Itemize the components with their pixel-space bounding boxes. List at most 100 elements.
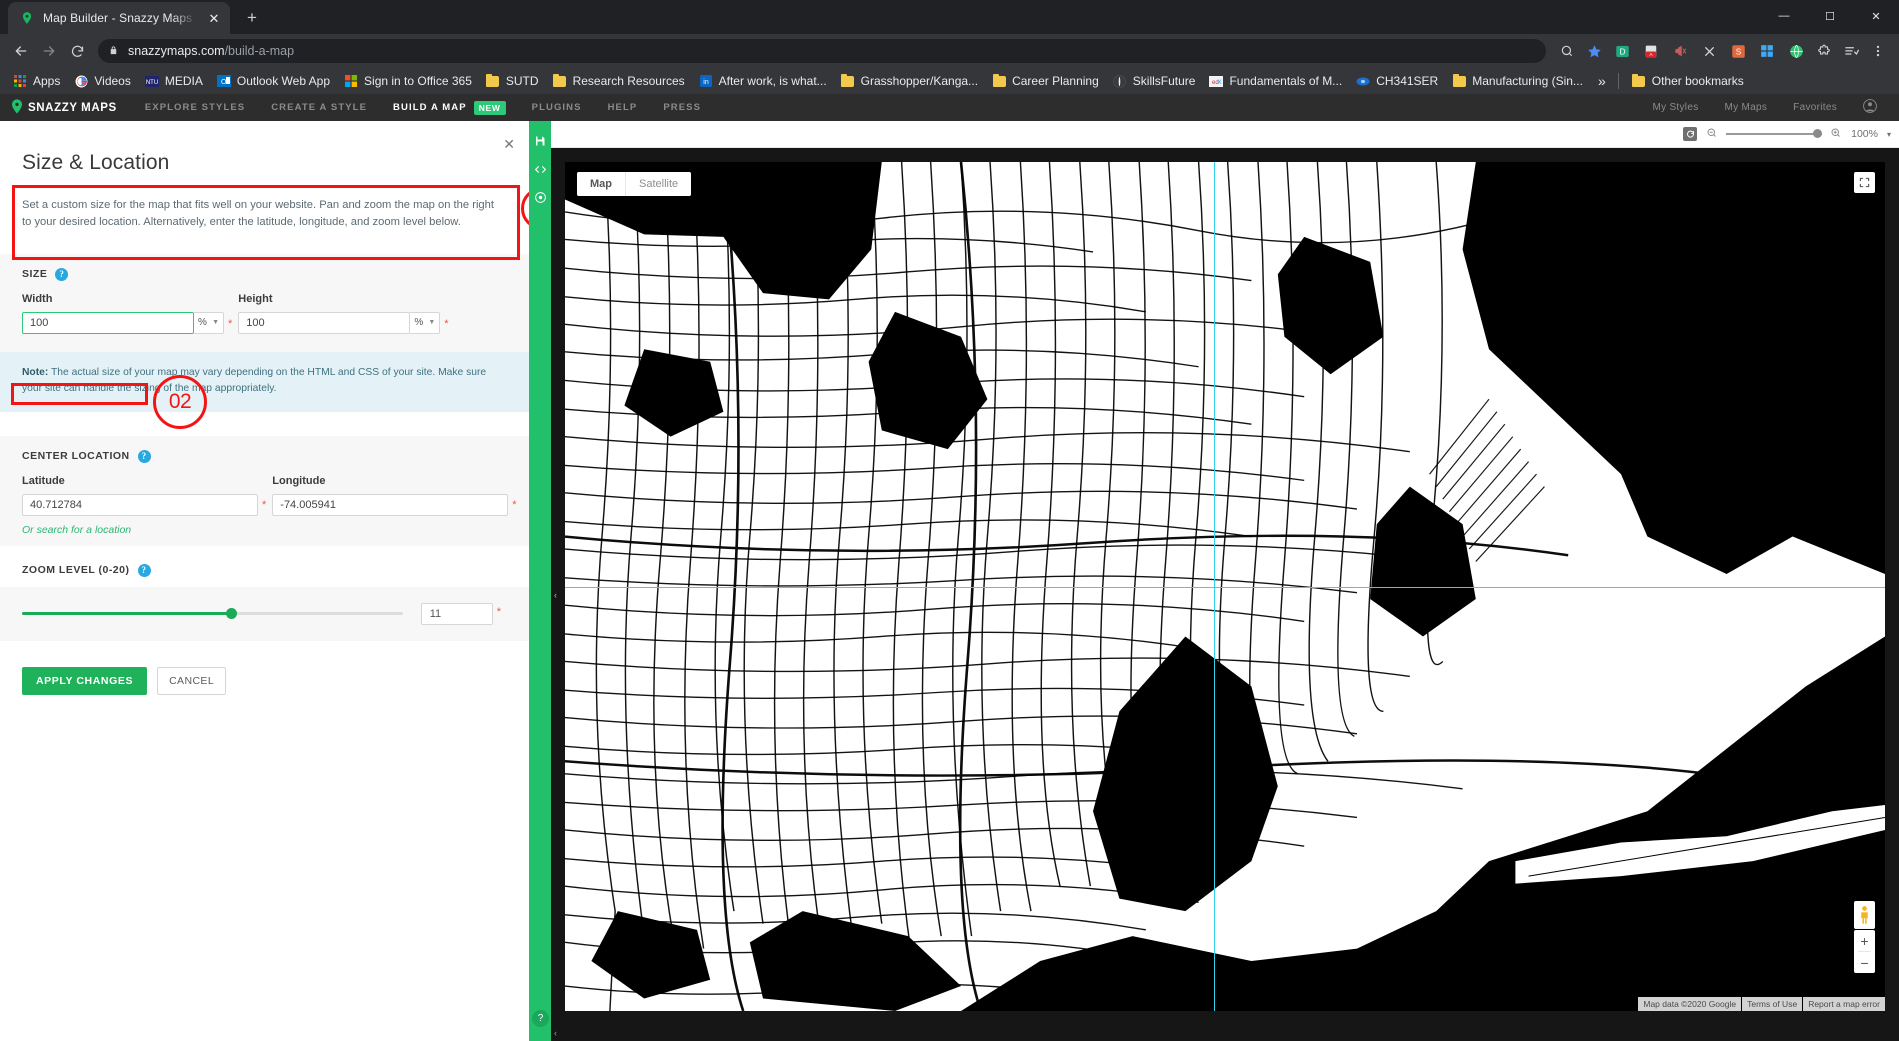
folder-icon: [1452, 73, 1466, 88]
map-canvas[interactable]: Map Satellite + − Map data ©2020 Google …: [565, 162, 1885, 1011]
help-icon[interactable]: ?: [137, 449, 151, 463]
close-x-icon[interactable]: [1698, 42, 1720, 60]
site-logo[interactable]: SNAZZY MAPS: [12, 98, 117, 117]
bookmarks-overflow-button[interactable]: »: [1590, 73, 1614, 89]
zoom-slider[interactable]: [22, 608, 403, 620]
address-bar[interactable]: snazzymaps.com/build-a-map: [98, 39, 1546, 63]
folder-icon: [553, 73, 567, 88]
bookmark-skillsfuture[interactable]: SkillsFuture: [1106, 70, 1203, 92]
zoom-in-icon[interactable]: [1830, 127, 1842, 142]
dashlane-icon[interactable]: D: [1611, 42, 1633, 60]
globe-icon[interactable]: [1785, 42, 1807, 60]
height-unit-select[interactable]: % ▼: [410, 311, 441, 334]
bookmarks-divider: [1617, 73, 1619, 89]
bookmark-apps[interactable]: Apps: [6, 70, 67, 92]
panel-close-button[interactable]: ✕: [503, 137, 515, 151]
bookmark-outlook-web-app[interactable]: O Outlook Web App: [210, 70, 337, 92]
map-zoom-in-button[interactable]: +: [1854, 930, 1875, 951]
chevron-down-icon: ▼: [212, 319, 219, 327]
bookmark-ch341ser[interactable]: CH341SER: [1349, 70, 1445, 92]
zoom-level-value[interactable]: 11: [420, 602, 493, 625]
back-button[interactable]: [8, 38, 34, 64]
nav-press[interactable]: PRESS: [663, 102, 701, 113]
bookmark-after-work[interactable]: in After work, is what...: [692, 70, 834, 92]
nav-create-a-style[interactable]: CREATE A STYLE: [271, 102, 367, 113]
bookmark-grasshopper-kangaroo[interactable]: Grasshopper/Kanga...: [834, 70, 985, 92]
tab-close-icon[interactable]: ✕: [206, 10, 222, 26]
map-type-satellite[interactable]: Satellite: [625, 172, 692, 196]
avatar[interactable]: [1863, 99, 1877, 116]
forward-button[interactable]: [36, 38, 62, 64]
bookmark-sutd[interactable]: SUTD: [479, 70, 546, 92]
bookmark-career-planning[interactable]: Career Planning: [985, 70, 1106, 92]
pdf-icon[interactable]: A: [1640, 42, 1662, 60]
bookmark-sign-in-to-office-365[interactable]: Sign in to Office 365: [337, 70, 479, 92]
bookmarks-bar: Apps Videos NTU MEDIA O Outlook Web App …: [0, 68, 1899, 94]
code-icon[interactable]: [529, 155, 551, 183]
bookmark-fundamentals-of-m[interactable]: ed X Fundamentals of M...: [1202, 70, 1349, 92]
reload-button[interactable]: [64, 38, 90, 64]
menu-icon[interactable]: [1865, 38, 1891, 64]
windows-icon[interactable]: [1756, 42, 1778, 60]
stage-bottom-handle[interactable]: ‹: [554, 1028, 557, 1038]
nav-favorites[interactable]: Favorites: [1793, 102, 1837, 113]
cancel-button[interactable]: CANCEL: [157, 666, 227, 695]
search-icon[interactable]: [1554, 38, 1580, 64]
panel-collapse-handle[interactable]: ‹: [551, 581, 560, 608]
site-nav-account-links: My Styles My Maps Favorites: [1652, 99, 1887, 116]
report-map-error-link[interactable]: Report a map error: [1803, 997, 1885, 1011]
zoom-slider[interactable]: [1726, 129, 1823, 138]
zoom-out-icon[interactable]: [1706, 127, 1718, 142]
zoom-level-heading-wrap: ZOOM LEVEL (0-20) ?: [0, 545, 529, 577]
bookmark-research-resources[interactable]: Research Resources: [546, 70, 692, 92]
settings-icon[interactable]: [529, 183, 551, 211]
street-view-pegman-icon[interactable]: [1854, 901, 1875, 929]
save-icon[interactable]: [529, 127, 551, 155]
zoom-heading-text: ZOOM LEVEL (0-20): [22, 564, 130, 577]
apply-changes-button[interactable]: APPLY CHANGES: [22, 666, 148, 695]
nav-help[interactable]: HELP: [608, 102, 638, 113]
puzzle-icon[interactable]: [1811, 38, 1837, 64]
nav-my-styles[interactable]: My Styles: [1652, 102, 1698, 113]
bookmark-media[interactable]: NTU MEDIA: [138, 70, 210, 92]
zoom-slider-handle[interactable]: [1813, 129, 1823, 138]
map-zoom-out-button[interactable]: −: [1854, 952, 1875, 973]
chevron-down-icon[interactable]: ▾: [1887, 130, 1891, 139]
map-crosshair-horizontal: [565, 586, 1885, 588]
map-attribution: Map data ©2020 Google Terms of Use Repor…: [1638, 997, 1885, 1011]
nav-explore-styles[interactable]: EXPLORE STYLES: [145, 102, 245, 113]
longitude-required-mark: *: [512, 498, 517, 511]
height-input[interactable]: [238, 311, 411, 334]
window-minimize-button[interactable]: —: [1761, 0, 1807, 32]
zoom-slider-handle[interactable]: [226, 608, 238, 620]
bell-mute-icon[interactable]: [1669, 42, 1691, 60]
reading-list-icon[interactable]: [1838, 38, 1864, 64]
nav-my-maps[interactable]: My Maps: [1725, 102, 1768, 113]
width-unit-select[interactable]: % ▼: [194, 311, 224, 334]
map-type-map[interactable]: Map: [577, 172, 625, 196]
other-bookmarks-button[interactable]: Other bookmarks: [1625, 70, 1751, 92]
s-icon[interactable]: S: [1727, 42, 1749, 60]
bookmark-manufacturing[interactable]: Manufacturing (Sin...: [1445, 70, 1590, 92]
latitude-input[interactable]: [22, 493, 258, 516]
terms-of-use-link[interactable]: Terms of Use: [1742, 997, 1803, 1011]
width-input[interactable]: [22, 311, 195, 334]
lock-icon: [108, 44, 119, 59]
browser-tab[interactable]: Map Builder - Snazzy Maps - Free ✕: [8, 2, 230, 34]
help-icon[interactable]: ?: [55, 267, 69, 281]
help-icon[interactable]: ?: [137, 563, 151, 577]
search-location-link[interactable]: Or search for a location: [22, 524, 258, 536]
reset-icon[interactable]: [1683, 127, 1698, 141]
window-close-button[interactable]: ✕: [1853, 0, 1899, 32]
nav-plugins[interactable]: PLUGINS: [532, 102, 582, 113]
new-tab-button[interactable]: +: [238, 4, 266, 32]
zoom-slider-row: 11 *: [22, 602, 507, 625]
address-bar-url: snazzymaps.com/build-a-map: [128, 44, 294, 58]
fullscreen-icon[interactable]: [1854, 172, 1875, 193]
longitude-input[interactable]: [272, 493, 509, 516]
nav-build-a-map[interactable]: BUILD A MAP NEW: [393, 100, 506, 115]
star-icon[interactable]: [1581, 38, 1607, 64]
bookmark-videos[interactable]: Videos: [67, 70, 137, 92]
help-icon[interactable]: ?: [532, 1010, 549, 1027]
window-maximize-button[interactable]: ☐: [1807, 0, 1853, 32]
